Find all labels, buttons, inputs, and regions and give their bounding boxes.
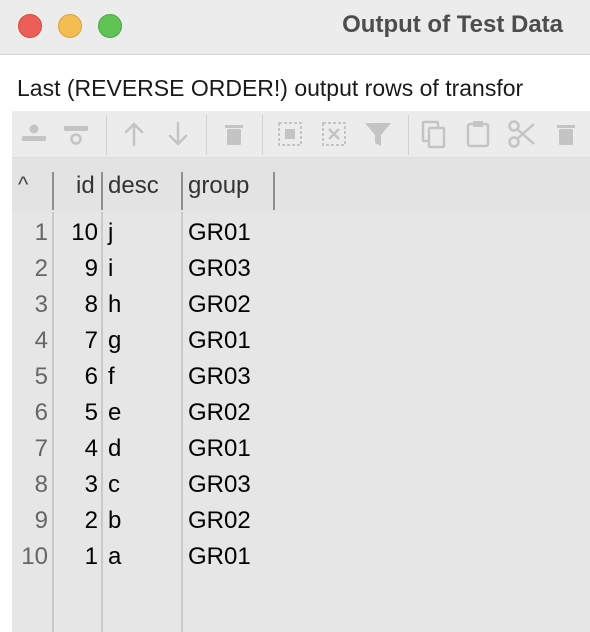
cell-desc[interactable]: c bbox=[108, 471, 120, 499]
cell-id[interactable]: 5 bbox=[85, 399, 98, 427]
table-row[interactable]: 4 7 g GR01 bbox=[12, 324, 590, 360]
row-number: 6 bbox=[34, 399, 48, 426]
cell-id[interactable]: 9 bbox=[85, 255, 98, 283]
cell-id[interactable]: 7 bbox=[85, 327, 98, 355]
table-row[interactable]: 1 10 j GR01 bbox=[12, 216, 590, 252]
row-number: 5 bbox=[34, 363, 48, 390]
cell-group[interactable]: GR02 bbox=[188, 291, 251, 319]
copy-button[interactable] bbox=[418, 118, 450, 150]
insert-row-before-icon bbox=[22, 124, 46, 141]
scissors-icon bbox=[508, 120, 535, 148]
table-row[interactable]: 7 4 d GR01 bbox=[12, 432, 590, 468]
cell-group[interactable]: GR01 bbox=[188, 327, 251, 355]
toolbar-separator bbox=[262, 115, 263, 155]
row-number: 9 bbox=[34, 507, 48, 534]
cell-desc[interactable]: b bbox=[108, 507, 121, 535]
table-row[interactable]: 10 1 a GR01 bbox=[12, 540, 590, 576]
trash-icon bbox=[225, 125, 243, 145]
move-up-button[interactable] bbox=[118, 118, 150, 150]
column-header-group[interactable]: group bbox=[188, 172, 249, 200]
cell-group[interactable]: GR03 bbox=[188, 255, 251, 283]
close-window-button[interactable] bbox=[18, 14, 42, 38]
delete-selected-button[interactable] bbox=[550, 118, 582, 150]
insert-row-after-icon bbox=[64, 126, 88, 145]
cell-desc[interactable]: d bbox=[108, 435, 121, 463]
table-row[interactable]: 9 2 b GR02 bbox=[12, 504, 590, 540]
row-number: 8 bbox=[34, 471, 48, 498]
filter-icon bbox=[365, 123, 391, 146]
row-number: 10 bbox=[21, 543, 48, 570]
cell-id[interactable]: 10 bbox=[71, 219, 98, 247]
cell-group[interactable]: GR03 bbox=[188, 363, 251, 391]
table-row[interactable]: 5 6 f GR03 bbox=[12, 360, 590, 396]
move-down-button[interactable] bbox=[162, 118, 194, 150]
delete-row-button[interactable] bbox=[218, 118, 250, 150]
cut-button[interactable] bbox=[506, 118, 538, 150]
cell-desc[interactable]: h bbox=[108, 291, 121, 319]
table-row[interactable]: 2 9 i GR03 bbox=[12, 252, 590, 288]
cell-id[interactable]: 3 bbox=[85, 471, 98, 499]
table-row[interactable]: 8 3 c GR03 bbox=[12, 468, 590, 504]
cell-id[interactable]: 4 bbox=[85, 435, 98, 463]
cell-id[interactable]: 8 bbox=[85, 291, 98, 319]
row-number: 1 bbox=[34, 219, 48, 246]
clear-selection-button[interactable] bbox=[318, 118, 350, 150]
cell-desc[interactable]: f bbox=[108, 363, 115, 391]
cell-desc[interactable]: g bbox=[108, 327, 121, 355]
cell-id[interactable]: 1 bbox=[85, 543, 98, 571]
cell-group[interactable]: GR02 bbox=[188, 399, 251, 427]
column-separator[interactable] bbox=[52, 172, 54, 210]
cell-group[interactable]: GR01 bbox=[188, 435, 251, 463]
filter-button[interactable] bbox=[362, 118, 394, 150]
column-separator[interactable] bbox=[181, 172, 183, 210]
cell-desc[interactable]: a bbox=[108, 543, 121, 571]
move-up-icon bbox=[124, 122, 144, 147]
cell-group[interactable]: GR02 bbox=[188, 507, 251, 535]
description-text: Last (REVERSE ORDER!) output rows of tra… bbox=[17, 75, 524, 101]
move-down-icon bbox=[168, 121, 188, 146]
select-all-icon bbox=[278, 122, 302, 146]
column-header-id[interactable]: id bbox=[76, 172, 95, 200]
table-row[interactable]: 3 8 h GR02 bbox=[12, 288, 590, 324]
row-number: 3 bbox=[34, 291, 48, 318]
insert-row-before-button[interactable] bbox=[18, 118, 50, 150]
trash-icon bbox=[557, 125, 575, 145]
row-number: 2 bbox=[34, 255, 48, 282]
cell-desc[interactable]: e bbox=[108, 399, 121, 427]
toolbar-separator bbox=[206, 115, 207, 155]
window-title: Output of Test Data bbox=[342, 11, 563, 38]
row-number: 4 bbox=[34, 327, 48, 354]
cell-group[interactable]: GR01 bbox=[188, 543, 251, 571]
maximize-window-button[interactable] bbox=[98, 14, 122, 38]
sort-caret-icon[interactable]: ^ bbox=[18, 172, 28, 198]
cell-group[interactable]: GR03 bbox=[188, 471, 251, 499]
grid-toolbar bbox=[12, 111, 590, 158]
cell-desc[interactable]: i bbox=[108, 255, 113, 283]
clear-selection-icon bbox=[322, 122, 346, 146]
column-header-desc[interactable]: desc bbox=[108, 172, 159, 200]
column-separator[interactable] bbox=[101, 172, 103, 210]
title-bar: Output of Test Data bbox=[0, 0, 590, 55]
data-grid: ^ id desc group 1 10 j GR01 2 9 i GR03 3 8 h GR02 4 7… bbox=[12, 158, 590, 632]
cell-group[interactable]: GR01 bbox=[188, 219, 251, 247]
toolbar-separator bbox=[106, 115, 107, 155]
minimize-window-button[interactable] bbox=[58, 14, 82, 38]
cell-id[interactable]: 2 bbox=[85, 507, 98, 535]
insert-row-after-button[interactable] bbox=[60, 118, 92, 150]
cell-desc[interactable]: j bbox=[108, 219, 113, 247]
row-number: 7 bbox=[34, 435, 48, 462]
toolbar-separator bbox=[408, 115, 409, 155]
copy-icon bbox=[421, 120, 446, 149]
select-all-button[interactable] bbox=[274, 118, 306, 150]
paste-icon bbox=[466, 121, 490, 148]
column-separator[interactable] bbox=[273, 172, 275, 210]
table-row[interactable]: 6 5 e GR02 bbox=[12, 396, 590, 432]
paste-button[interactable] bbox=[462, 118, 494, 150]
cell-id[interactable]: 6 bbox=[85, 363, 98, 391]
output-window: Output of Test Data Last (REVERSE ORDER!… bbox=[0, 0, 590, 632]
grid-header: ^ id desc group bbox=[12, 158, 590, 212]
